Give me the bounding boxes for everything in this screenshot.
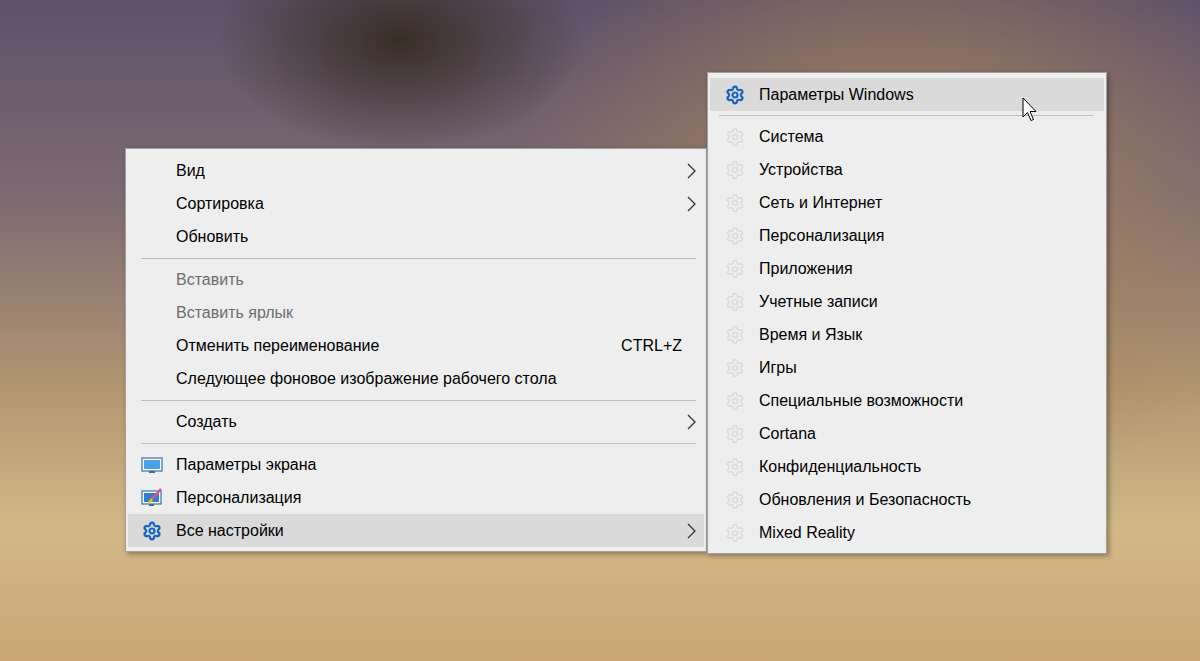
menu-separator bbox=[141, 400, 696, 401]
menu-item[interactable]: Обновить bbox=[128, 220, 704, 253]
menu-item[interactable]: Все настройки bbox=[128, 514, 704, 547]
gear-icon bbox=[725, 85, 745, 105]
menu-item[interactable]: Отменить переименованиеCTRL+Z bbox=[128, 329, 704, 362]
desktop[interactable]: ВидСортировкаОбновить ВставитьВставить яр… bbox=[0, 0, 1200, 661]
gear-icon bbox=[725, 226, 745, 246]
mouse-cursor-icon bbox=[1022, 97, 1038, 123]
submenu-item[interactable]: Конфиденциальность bbox=[710, 450, 1104, 483]
menu-item[interactable]: Вид bbox=[128, 154, 704, 187]
menu-item[interactable]: Создать bbox=[128, 405, 704, 438]
shortcut: CTRL+Z bbox=[621, 337, 682, 355]
menu-item[interactable]: Параметры экрана bbox=[128, 448, 704, 481]
submenu-item[interactable]: Персонализация bbox=[710, 219, 1104, 252]
submenu-item[interactable]: Специальные возможности bbox=[710, 384, 1104, 417]
menu-separator bbox=[141, 443, 696, 444]
submenu-item[interactable]: Учетные записи bbox=[710, 285, 1104, 318]
gear-icon bbox=[725, 490, 745, 510]
chevron-right-icon bbox=[687, 414, 696, 430]
gear-icon bbox=[725, 160, 745, 180]
submenu-item[interactable]: Игры bbox=[710, 351, 1104, 384]
gear-icon bbox=[725, 457, 745, 477]
submenu-item[interactable]: Сеть и Интернет bbox=[710, 186, 1104, 219]
submenu-item[interactable]: Устройства bbox=[710, 153, 1104, 186]
personalize-icon bbox=[141, 488, 163, 508]
submenu-item[interactable]: Система bbox=[710, 120, 1104, 153]
menu-separator bbox=[141, 258, 696, 259]
submenu-item[interactable]: Обновления и Безопасность bbox=[710, 483, 1104, 516]
submenu-item[interactable]: Mixed Reality bbox=[710, 516, 1104, 549]
submenu-item[interactable]: Время и Язык bbox=[710, 318, 1104, 351]
gear-icon bbox=[725, 325, 745, 345]
menu-item[interactable]: Вставить bbox=[128, 263, 704, 296]
chevron-right-icon bbox=[687, 196, 696, 212]
gear-icon bbox=[725, 424, 745, 444]
menu-item[interactable]: Вставить ярлык bbox=[128, 296, 704, 329]
menu-separator bbox=[719, 115, 1093, 116]
gear-icon bbox=[725, 259, 745, 279]
gear-icon bbox=[725, 358, 745, 378]
gear-icon bbox=[725, 523, 745, 543]
display-icon bbox=[141, 456, 163, 474]
gear-icon bbox=[725, 292, 745, 312]
gear-icon bbox=[142, 521, 162, 541]
chevron-right-icon bbox=[687, 523, 696, 539]
submenu-item[interactable]: Параметры Windows bbox=[710, 78, 1104, 111]
chevron-right-icon bbox=[687, 163, 696, 179]
submenu-item[interactable]: Приложения bbox=[710, 252, 1104, 285]
settings-submenu: Параметры Windows СистемаУстройстваСеть и… bbox=[707, 72, 1107, 554]
context-menu: ВидСортировкаОбновить ВставитьВставить яр… bbox=[125, 148, 707, 552]
gear-icon bbox=[725, 193, 745, 213]
submenu-item[interactable]: Cortana bbox=[710, 417, 1104, 450]
gear-icon bbox=[725, 391, 745, 411]
menu-item[interactable]: Сортировка bbox=[128, 187, 704, 220]
menu-item[interactable]: Персонализация bbox=[128, 481, 704, 514]
gear-icon bbox=[725, 127, 745, 147]
menu-item[interactable]: Следующее фоновое изображение рабочего с… bbox=[128, 362, 704, 395]
